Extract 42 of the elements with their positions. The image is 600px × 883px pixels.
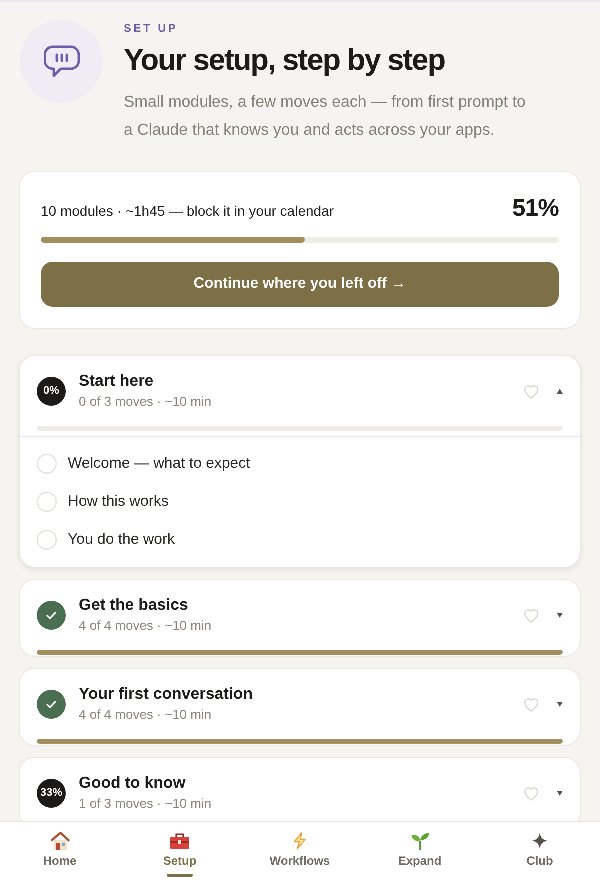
heart-icon[interactable]	[523, 696, 540, 712]
nav-tab[interactable]: Club	[480, 822, 600, 883]
summary-text: 10 modules · ~1h45 — block it in your calendar	[41, 202, 334, 221]
module-title[interactable]: Start here	[79, 371, 523, 393]
empty-circle-icon[interactable]	[37, 454, 57, 474]
caret-up-icon[interactable]	[557, 388, 563, 394]
caret-down-icon[interactable]	[557, 790, 563, 796]
nav-tab[interactable]: Setup	[120, 822, 240, 883]
heart-icon[interactable]	[523, 786, 540, 800]
nav-tab[interactable]: Workflows	[240, 822, 360, 883]
eyebrow-label: SET UP	[124, 22, 180, 37]
heart-icon[interactable]	[523, 384, 540, 398]
module-title[interactable]: Good to know	[79, 773, 523, 795]
house-icon	[50, 832, 70, 850]
module-meta: 4 of 4 moves · ~10 min	[79, 617, 213, 635]
progress-badge: 33%	[37, 778, 66, 808]
percent-value: 51%	[512, 194, 559, 224]
continue-button[interactable]: Continue where you left off →	[41, 262, 559, 307]
nav-tab[interactable]: Expand	[360, 822, 480, 883]
progress-badge: 0%	[37, 376, 66, 406]
lightning-icon	[293, 832, 307, 850]
module-meta: 4 of 4 moves · ~10 min	[79, 706, 213, 724]
empty-circle-icon[interactable]	[37, 530, 57, 550]
sparkle-icon	[532, 833, 548, 849]
module-title[interactable]: Your first conversation	[79, 684, 523, 706]
page-subtitle: Small modules, a few moves each — from first prompt to a Claude that knows you and acts across your apps.	[124, 93, 527, 141]
module-title[interactable]: Get the basics	[79, 595, 523, 617]
page-title: Your setup, step by step	[124, 43, 446, 79]
caret-down-icon[interactable]	[557, 702, 563, 706]
toolbox-icon	[170, 832, 190, 850]
empty-circle-icon[interactable]	[37, 492, 57, 512]
nav-tab[interactable]: Home	[0, 822, 120, 883]
speech-bubble-icon	[44, 44, 80, 78]
module-meta: 0 of 3 moves · ~10 min	[79, 393, 213, 411]
move-label[interactable]: How this works	[68, 490, 169, 514]
active-indicator	[167, 874, 193, 877]
heart-icon[interactable]	[523, 608, 540, 622]
caret-down-icon[interactable]	[557, 612, 563, 618]
move-label[interactable]: Welcome — what to expect	[68, 452, 250, 476]
module-meta: 1 of 3 moves · ~10 min	[79, 795, 213, 813]
sprout-icon	[410, 832, 430, 850]
move-label[interactable]: You do the work	[68, 528, 176, 552]
